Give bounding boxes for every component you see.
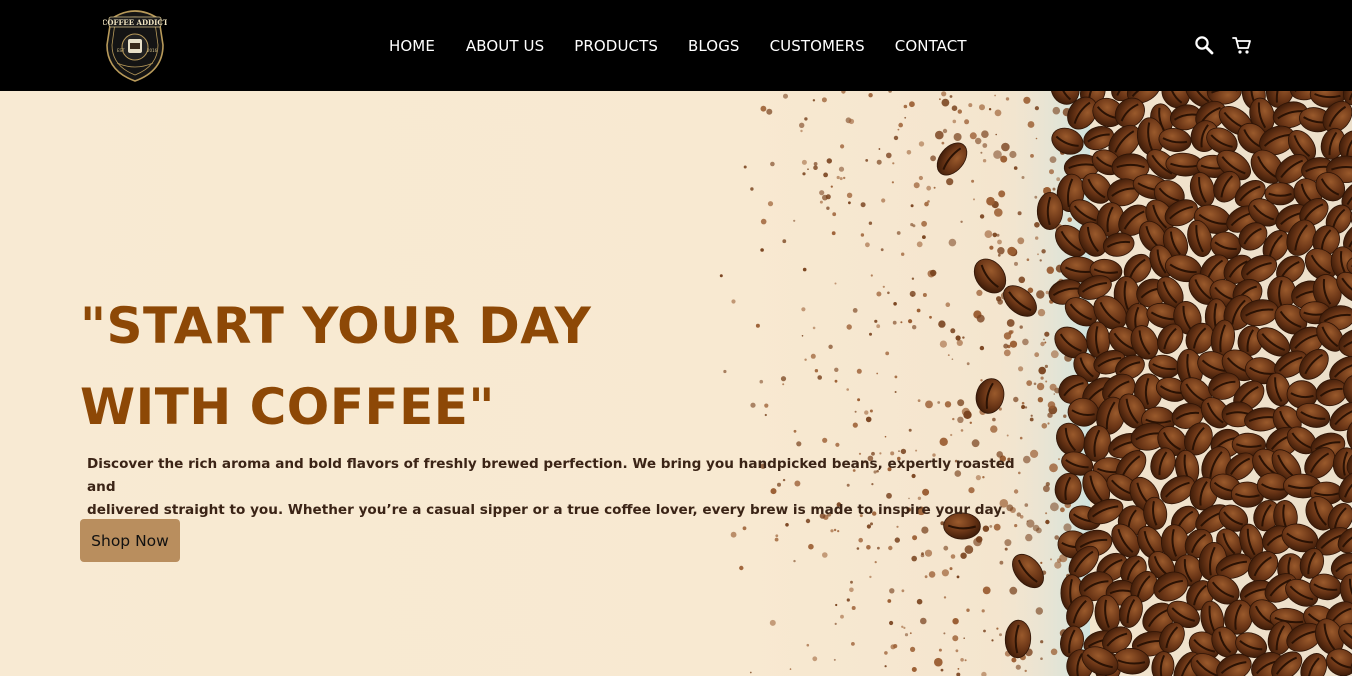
svg-text:EST: EST — [117, 48, 125, 53]
coffee-beans-image — [719, 91, 1352, 676]
nav-customers[interactable]: CUSTOMERS — [770, 33, 865, 59]
search-icon[interactable] — [1193, 33, 1215, 57]
svg-text:COFFEE ADDICT: COFFEE ADDICT — [103, 18, 167, 27]
main-nav: HOME ABOUT US PRODUCTS BLOGS CUSTOMERS C… — [374, 33, 967, 59]
top-navbar: COFFEE ADDICT EST 2016 HOME ABOUT US PRO… — [0, 0, 1352, 91]
hero-headline: "START YOUR DAY WITH COFFEE" — [80, 286, 700, 448]
nav-about-us[interactable]: ABOUT US — [466, 33, 544, 59]
nav-home[interactable]: HOME — [389, 33, 435, 59]
nav-products[interactable]: PRODUCTS — [574, 33, 658, 59]
headline-line-1: "START YOUR DAY — [80, 297, 592, 355]
description-line-2: delivered straight to you. Whether you’r… — [87, 502, 1007, 518]
headline-line-2: WITH COFFEE" — [80, 378, 495, 436]
shop-now-button[interactable]: Shop Now — [80, 519, 180, 562]
cart-icon[interactable] — [1231, 33, 1253, 57]
nav-contact[interactable]: CONTACT — [895, 33, 967, 59]
coffee-addict-logo-icon: COFFEE ADDICT EST 2016 — [102, 10, 169, 82]
nav-blogs[interactable]: BLOGS — [688, 33, 740, 59]
svg-text:2016: 2016 — [147, 48, 158, 53]
hero-section: "START YOUR DAY WITH COFFEE" Discover th… — [0, 91, 1352, 676]
hero-description: Discover the rich aroma and bold flavors… — [87, 453, 1047, 522]
brand-logo[interactable]: COFFEE ADDICT EST 2016 — [102, 5, 169, 83]
description-line-1: Discover the rich aroma and bold flavors… — [87, 456, 1015, 495]
nav-actions — [1193, 33, 1253, 57]
